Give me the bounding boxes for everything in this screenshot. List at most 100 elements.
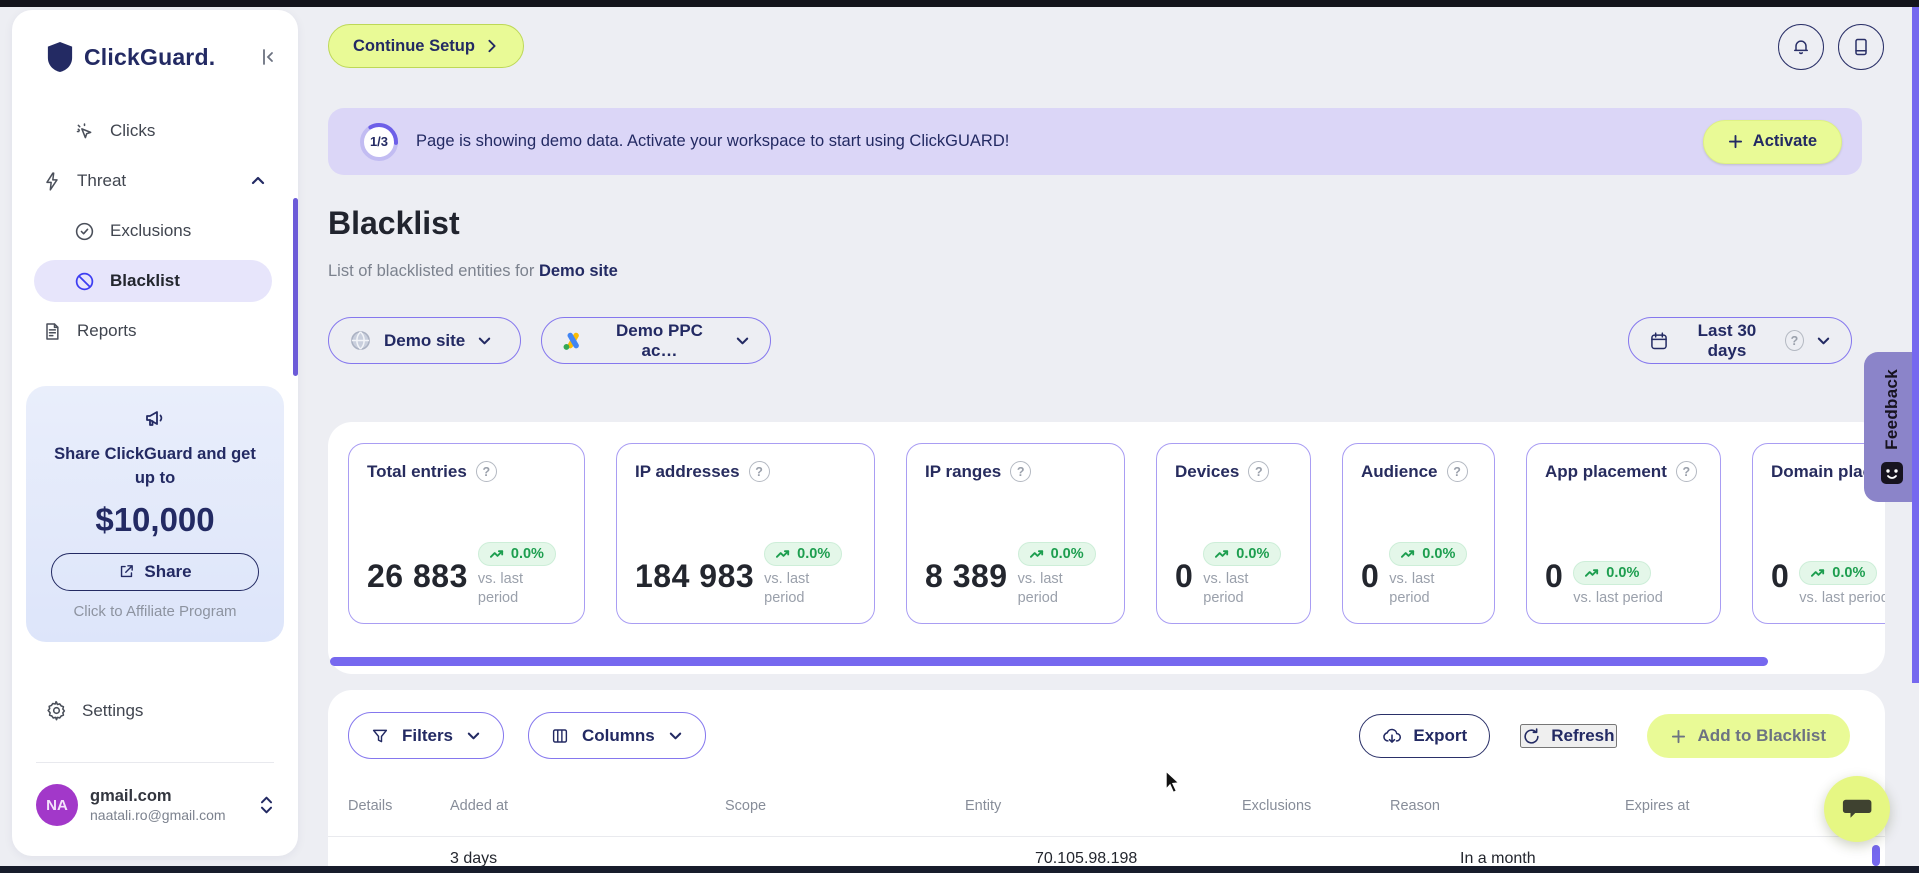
feedback-label: Feedback — [1881, 368, 1901, 450]
user-name: gmail.com — [90, 787, 172, 805]
setup-progress-ring: 1/3 — [358, 121, 400, 163]
chevron-up-icon[interactable] — [250, 173, 266, 189]
table-header-row: Details Added at Scope Entity Exclusions… — [348, 798, 1885, 814]
sidebar-collapse-icon[interactable] — [258, 47, 278, 67]
trend-up-icon — [1029, 550, 1043, 558]
chevron-down-icon — [668, 728, 683, 743]
vs-last-period-label: vs. last period — [1017, 570, 1063, 607]
sidebar-item-blacklist[interactable]: Blacklist — [34, 260, 272, 302]
trend-badge: 0.0% — [1203, 541, 1282, 566]
arrow-right-icon — [485, 39, 499, 53]
trend-up-icon — [1401, 550, 1415, 558]
row-expires-at: In a month — [1460, 850, 1536, 866]
table-vertical-scrollbar[interactable] — [1872, 845, 1880, 866]
external-link-icon — [118, 563, 135, 580]
cloud-download-icon — [1382, 727, 1402, 745]
stat-title: Total entries — [367, 461, 467, 481]
demo-data-banner: 1/3 Page is showing demo data. Activate … — [328, 108, 1862, 175]
sidebar-nav: Clicks Threat Exclusions Blacklist Repor… — [12, 110, 298, 352]
sidebar-item-settings[interactable]: Settings — [46, 700, 143, 721]
promo-title: Share ClickGuard and get up to — [54, 445, 256, 487]
add-to-blacklist-button[interactable]: Add to Blacklist — [1646, 714, 1850, 758]
help-icon[interactable]: ? — [1010, 461, 1032, 482]
vs-last-period-label: vs. last period — [764, 570, 810, 607]
trend-badge: 0.0% — [1573, 561, 1652, 586]
docs-button[interactable] — [1838, 24, 1884, 70]
stat-card-total-entries: Total entries? 26 883 0.0% vs. last peri… — [348, 443, 585, 624]
chevron-down-icon — [477, 333, 492, 348]
bell-icon — [1791, 37, 1811, 57]
sidebar-item-reports[interactable]: Reports — [12, 310, 298, 352]
progress-fraction: 1/3 — [369, 134, 389, 149]
brand-name: ClickGuard. — [84, 43, 216, 70]
sidebar-item-label: Threat — [77, 171, 127, 190]
sidebar-item-exclusions[interactable]: Exclusions — [12, 210, 298, 252]
filters-button[interactable]: Filters — [348, 712, 505, 759]
select-chevrons-icon — [259, 795, 274, 815]
column-header-scope[interactable]: Scope — [725, 798, 965, 814]
sidebar-divider — [36, 762, 274, 763]
window-scrollbar[interactable] — [1912, 7, 1919, 683]
stat-value: 0 — [1175, 558, 1194, 594]
export-button[interactable]: Export — [1359, 714, 1491, 758]
stat-value: 26 883 — [367, 558, 468, 594]
share-button[interactable]: Share — [51, 552, 259, 591]
badge-check-icon — [74, 221, 95, 242]
sidebar-item-clicks[interactable]: Clicks — [12, 110, 298, 152]
feedback-widget-icon — [1880, 461, 1904, 485]
help-icon[interactable]: ? — [748, 461, 770, 482]
blacklist-table-panel: Filters Columns Export Refresh Add to Bl… — [328, 690, 1885, 866]
help-icon[interactable]: ? — [1784, 330, 1804, 351]
trend-up-icon — [489, 550, 503, 558]
lightning-icon — [42, 171, 62, 192]
date-range-selector[interactable]: Last 30 days ? — [1628, 317, 1852, 364]
sidebar-scrollbar[interactable] — [293, 198, 298, 376]
row-added-at: 3 days — [450, 850, 498, 866]
stat-card-audience: Audience? 0 0.0% vs. last period — [1342, 443, 1495, 624]
page-title: Blacklist — [328, 205, 460, 241]
vs-last-period-label: vs. last period — [477, 570, 523, 607]
cards-horizontal-scrollbar[interactable] — [330, 657, 1768, 666]
continue-setup-button[interactable]: Continue Setup — [328, 24, 524, 68]
columns-button[interactable]: Columns — [528, 712, 706, 759]
user-menu[interactable]: NA gmail.com naatali.ro@gmail.com — [36, 784, 274, 826]
document-icon — [42, 321, 62, 342]
site-selector[interactable]: Demo site — [328, 317, 521, 364]
refresh-button[interactable]: Refresh — [1520, 724, 1617, 748]
vs-last-period-label: vs. last period — [1799, 590, 1885, 607]
trend-badge: 0.0% — [1017, 541, 1096, 566]
help-icon[interactable]: ? — [1248, 461, 1270, 482]
settings-label: Settings — [82, 700, 144, 720]
notifications-button[interactable] — [1778, 24, 1824, 70]
column-header-details[interactable]: Details — [348, 798, 450, 814]
chevron-down-icon — [466, 728, 481, 743]
stat-value: 0 — [1361, 558, 1380, 594]
help-icon[interactable]: ? — [475, 461, 497, 482]
help-icon[interactable]: ? — [1446, 461, 1468, 482]
stat-value: 8 389 — [925, 558, 1008, 594]
ppc-account-selector[interactable]: Demo PPC ac… — [541, 317, 771, 364]
trend-up-icon — [776, 550, 790, 558]
trend-badge: 0.0% — [477, 541, 556, 566]
feedback-tab[interactable]: Feedback — [1864, 352, 1919, 502]
chevron-down-icon — [735, 333, 750, 348]
stat-card-ip-addresses: IP addresses? 184 983 0.0% vs. last peri… — [616, 443, 875, 624]
trend-up-icon — [1811, 569, 1825, 578]
filter-icon — [371, 727, 389, 745]
column-header-reason[interactable]: Reason — [1390, 798, 1625, 814]
globe-icon — [349, 329, 372, 352]
chat-launcher-button[interactable] — [1824, 776, 1890, 842]
promo-caption: Click to Affiliate Program — [73, 602, 237, 620]
affiliate-promo-card[interactable]: Share ClickGuard and get up to $10,000 S… — [26, 386, 284, 642]
column-header-added-at[interactable]: Added at — [450, 798, 725, 814]
column-header-entity[interactable]: Entity — [965, 798, 1242, 814]
stat-value: 0 — [1545, 558, 1564, 594]
sidebar-item-threat[interactable]: Threat — [12, 160, 298, 202]
column-header-exclusions[interactable]: Exclusions — [1242, 798, 1390, 814]
refresh-icon — [1522, 727, 1541, 746]
activate-button[interactable]: Activate — [1702, 119, 1842, 164]
stats-panel: Total entries? 26 883 0.0% vs. last peri… — [328, 422, 1885, 674]
book-icon — [1852, 37, 1870, 57]
help-icon[interactable]: ? — [1675, 461, 1697, 482]
stat-value: 184 983 — [635, 558, 755, 594]
